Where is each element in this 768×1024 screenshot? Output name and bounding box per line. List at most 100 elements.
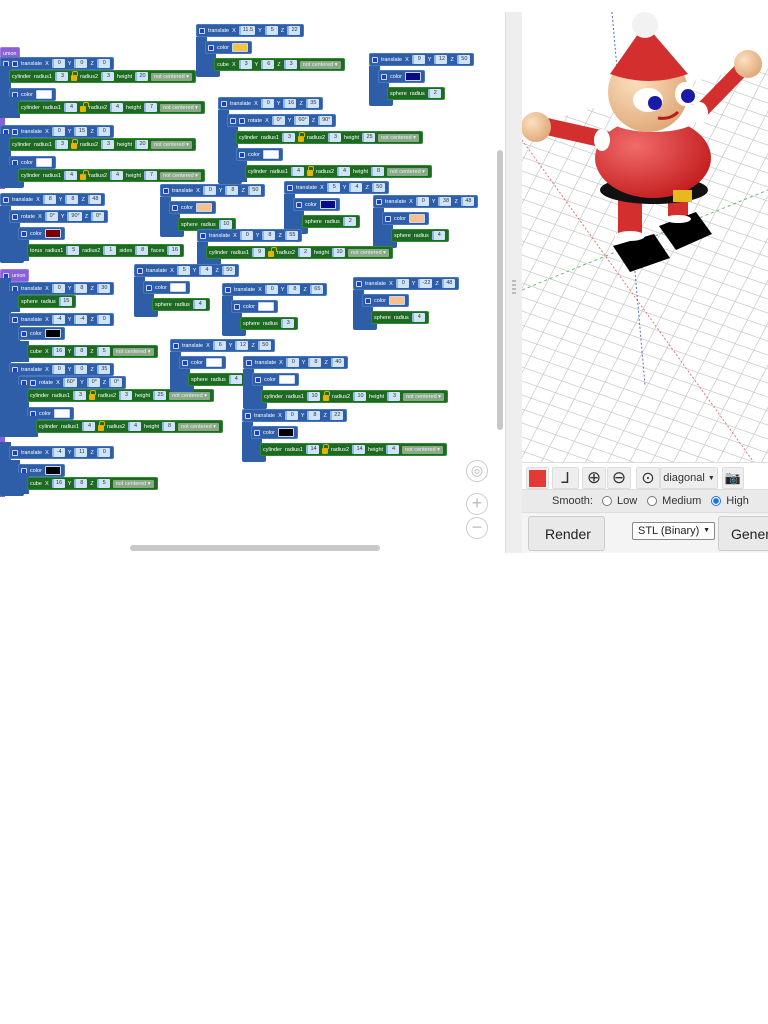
mutator-icon[interactable] — [230, 117, 236, 124]
number-field[interactable]: 0 — [202, 186, 216, 195]
lock-icon[interactable] — [323, 391, 330, 401]
centered-dropdown[interactable]: not centered ▾ — [160, 103, 201, 112]
number-field[interactable]: 50 — [257, 341, 271, 350]
unlock-icon[interactable] — [80, 170, 89, 180]
number-field[interactable]: 7 — [144, 103, 158, 112]
number-field[interactable]: 35 — [96, 365, 110, 374]
mutator-icon[interactable] — [12, 316, 18, 323]
smooth-low-radio[interactable] — [601, 496, 612, 506]
number-field[interactable]: 0 — [284, 411, 298, 420]
mutator-icon[interactable] — [172, 204, 178, 211]
cylinder-block[interactable]: cylinder radius1 3 radius2 3 height 20 not cent… — [9, 70, 196, 83]
blocks-workspace[interactable]: union translate X 0 Y 0 Z 0 cylinder radius1 3 radi… — [0, 12, 505, 553]
color-block[interactable]: color — [251, 426, 298, 439]
centered-dropdown[interactable]: not centered ▾ — [151, 72, 192, 81]
number-field[interactable]: 0° — [109, 378, 123, 387]
number-field[interactable]: 50 — [221, 266, 235, 275]
number-field[interactable]: 25 — [362, 133, 376, 142]
number-field[interactable]: 2 — [427, 89, 441, 98]
number-field[interactable]: 2 — [342, 217, 356, 226]
translate-block[interactable]: translate X 0 Y 38 Z 48 — [373, 195, 478, 208]
mutator-icon[interactable] — [21, 230, 27, 237]
number-field[interactable]: 8 — [262, 231, 276, 240]
number-field[interactable]: 3 — [55, 72, 68, 81]
number-field[interactable]: 3 — [73, 391, 86, 400]
number-field[interactable]: 8 — [307, 411, 321, 420]
mutator-icon[interactable] — [12, 60, 18, 67]
panel-splitter[interactable] — [505, 12, 522, 553]
color-block[interactable]: color — [378, 70, 425, 83]
number-field[interactable]: 3 — [387, 392, 401, 401]
number-field[interactable]: 4 — [291, 167, 304, 176]
number-field[interactable]: 14 — [306, 445, 319, 454]
sphere-block[interactable]: sphere radius 4 — [391, 229, 449, 242]
rotate-block[interactable]: rotate X 0° Y 60° Z 90° — [227, 114, 337, 127]
color-swatch[interactable] — [35, 90, 52, 99]
color-swatch[interactable] — [53, 409, 70, 418]
number-field[interactable]: 0 — [285, 358, 299, 367]
lock-icon[interactable] — [298, 132, 305, 142]
color-swatch[interactable] — [195, 203, 212, 212]
color-swatch[interactable] — [44, 466, 61, 475]
number-field[interactable]: 4 — [386, 445, 400, 454]
color-block[interactable]: color — [231, 300, 278, 313]
mutator-icon[interactable] — [246, 359, 252, 366]
cylinder-block[interactable]: cylinder radius1 4 radius2 4 height 7 not cente… — [18, 101, 205, 114]
sphere-block[interactable]: sphere radius 4 — [371, 311, 429, 324]
number-field[interactable]: 16 — [51, 479, 65, 488]
centered-dropdown[interactable]: not centered ▾ — [151, 140, 192, 149]
mutator-icon[interactable] — [163, 187, 169, 194]
mutator-icon[interactable] — [365, 297, 371, 304]
color-swatch[interactable] — [44, 229, 61, 238]
color-swatch[interactable] — [262, 150, 279, 159]
number-field[interactable]: 38 — [438, 197, 452, 206]
color-block[interactable]: color — [205, 41, 252, 54]
number-field[interactable]: 55 — [284, 231, 298, 240]
rotate-block[interactable]: rotate X 60° Y 0° Z 0° — [18, 376, 127, 389]
color-block[interactable]: color — [179, 356, 226, 369]
number-field[interactable]: 4 — [337, 167, 351, 176]
number-field[interactable]: 0 — [415, 197, 429, 206]
workspace-vertical-scrollbar[interactable] — [497, 150, 503, 430]
number-field[interactable]: 48 — [441, 279, 455, 288]
mutator-icon[interactable] — [3, 196, 9, 203]
zoom-in-button[interactable]: ⊕ — [582, 467, 606, 489]
number-field[interactable]: 0 — [239, 231, 253, 240]
number-field[interactable]: 10 — [332, 248, 346, 257]
number-field[interactable]: 50 — [371, 183, 385, 192]
number-field[interactable]: 4 — [110, 103, 124, 112]
splitter-grip-icon[interactable] — [512, 280, 516, 294]
mutator-icon[interactable] — [356, 280, 362, 287]
number-field[interactable]: 0 — [74, 365, 88, 374]
mutator-icon[interactable] — [255, 376, 261, 383]
translate-block[interactable]: translate X 0 Y 16 Z 35 — [218, 97, 323, 110]
number-field[interactable]: 11 — [74, 448, 88, 457]
number-field[interactable]: 8 — [225, 186, 239, 195]
mutator-icon[interactable] — [12, 128, 18, 135]
cylinder-block[interactable]: cylinder radius1 3 radius2 3 height 20 not cent… — [9, 138, 196, 151]
number-field[interactable]: 3 — [283, 60, 297, 69]
color-swatch[interactable] — [231, 43, 248, 52]
mutator-icon[interactable] — [21, 330, 27, 337]
mutator-icon[interactable] — [254, 429, 260, 436]
translate-block[interactable]: translate X 0 Y 8 Z 50 — [160, 184, 265, 197]
cylinder-block[interactable]: cylinder radius1 3 radius2 3 height 25 not cent… — [236, 131, 423, 144]
number-field[interactable]: 9 — [411, 55, 425, 64]
color-swatch[interactable] — [408, 214, 425, 223]
number-field[interactable]: 4 — [431, 231, 445, 240]
number-field[interactable]: 5 — [326, 183, 340, 192]
lock-icon[interactable] — [89, 390, 96, 400]
number-field[interactable]: 7 — [144, 171, 158, 180]
mutator-icon[interactable] — [182, 359, 188, 366]
number-field[interactable]: 2 — [298, 248, 312, 257]
translate-block[interactable]: translate X 0 Y -22 Z 48 — [353, 277, 459, 290]
unlock-icon[interactable] — [80, 102, 89, 112]
mutator-icon[interactable] — [199, 27, 205, 34]
color-block[interactable]: color — [18, 227, 65, 240]
number-field[interactable]: 0 — [96, 448, 110, 457]
number-field[interactable]: 0 — [96, 127, 110, 136]
lock-icon[interactable] — [71, 139, 78, 149]
mutator-icon[interactable] — [208, 44, 214, 51]
color-block[interactable]: color — [18, 327, 65, 340]
cylinder-block[interactable]: cylinder radius1 4 radius2 4 height 8 not cente… — [36, 420, 223, 433]
